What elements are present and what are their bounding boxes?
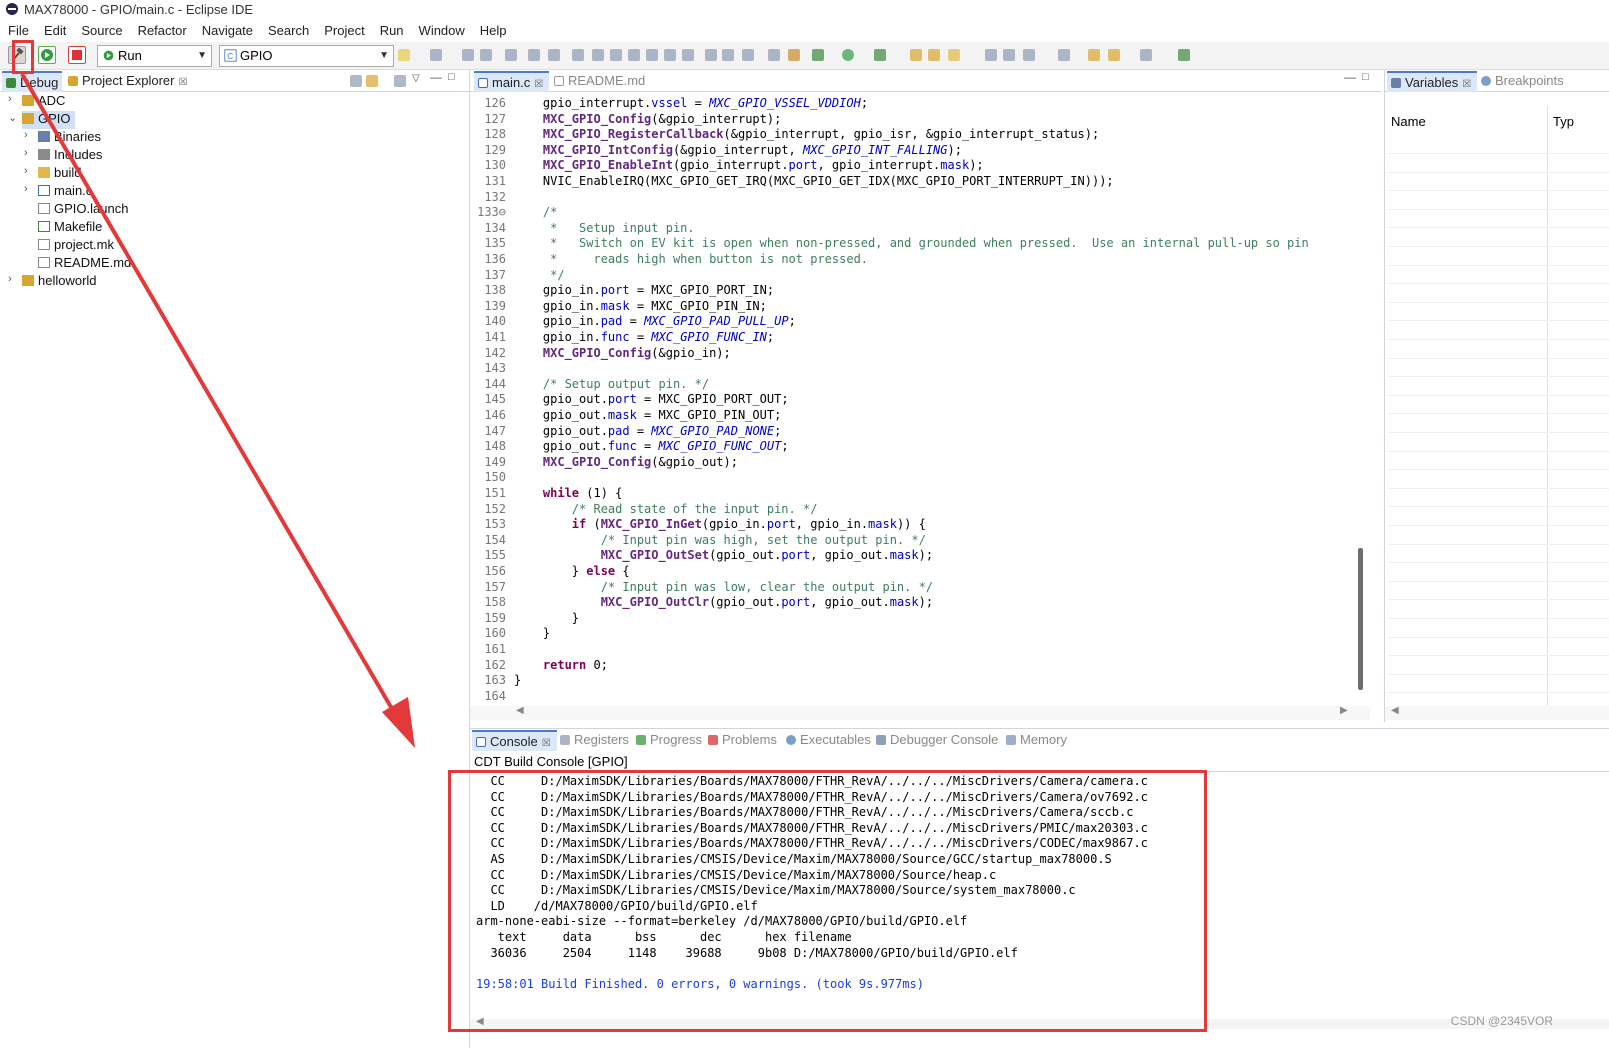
arrow-head: [382, 697, 415, 748]
arrow-shaft: [20, 72, 397, 716]
highlight-console-output: [448, 770, 1207, 1032]
watermark: CSDN @2345VOR: [1450, 1014, 1553, 1028]
